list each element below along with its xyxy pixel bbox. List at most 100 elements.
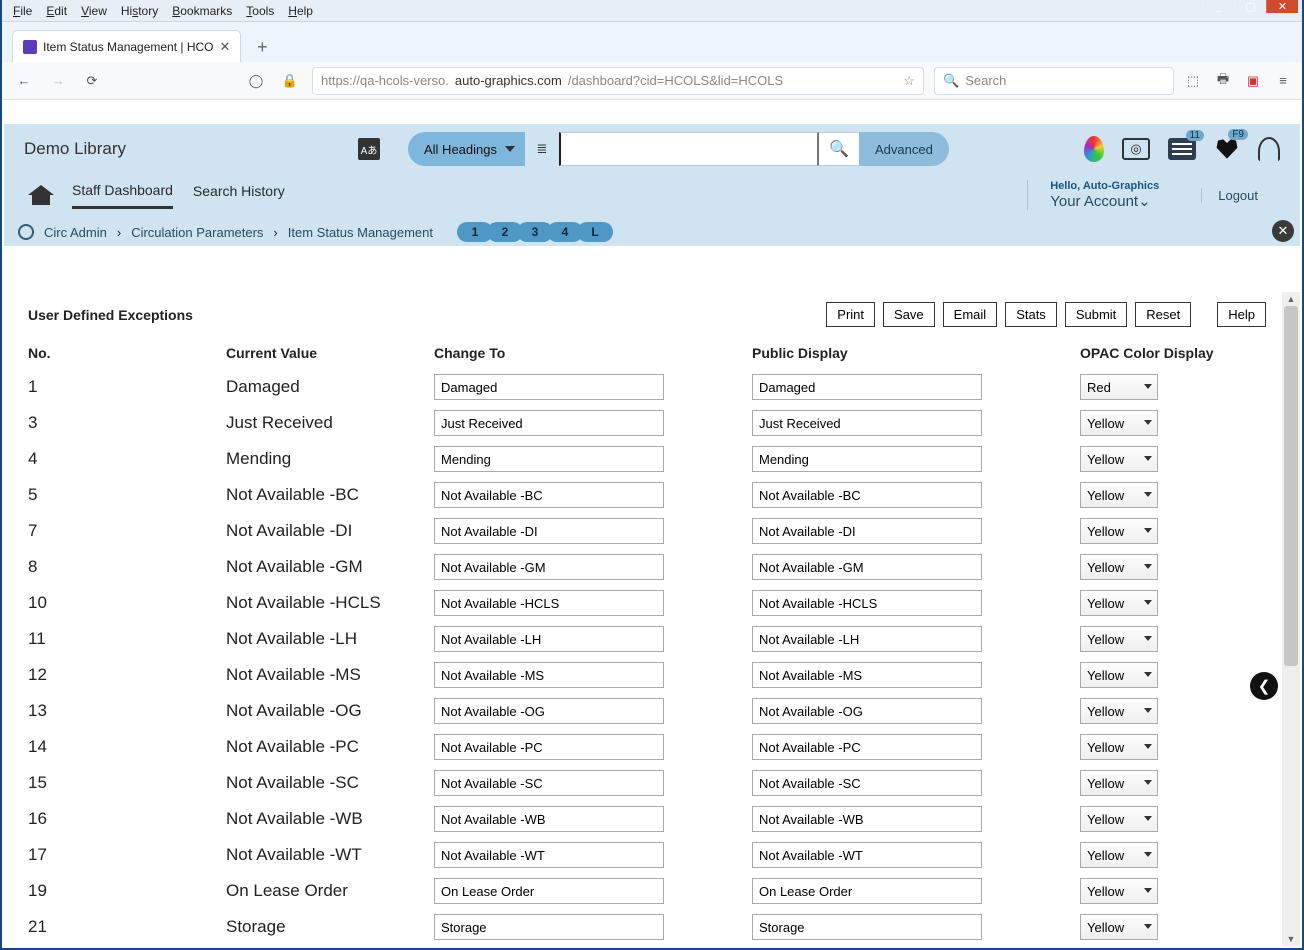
scroll-down-icon[interactable]: ▼ (1282, 932, 1300, 946)
opac-color-select[interactable]: Yellow (1080, 770, 1158, 796)
public-display-input[interactable] (752, 734, 982, 760)
email-button[interactable]: Email (943, 302, 998, 327)
home-icon[interactable] (30, 185, 52, 205)
submit-button[interactable]: Submit (1065, 302, 1127, 327)
gear-icon[interactable] (18, 224, 34, 240)
opac-color-select[interactable]: Yellow (1080, 806, 1158, 832)
public-display-input[interactable] (752, 842, 982, 868)
change-to-input[interactable] (434, 734, 664, 760)
menu-help[interactable]: Help (281, 2, 320, 20)
public-display-input[interactable] (752, 662, 982, 688)
account-box[interactable]: Hello, Auto-Graphics Your Account⌄ (1027, 180, 1181, 210)
nav-reload-button[interactable]: ⟳ (80, 69, 104, 93)
close-panel-icon[interactable]: ✕ (1272, 220, 1294, 242)
change-to-input[interactable] (434, 698, 664, 724)
crumb-item-status[interactable]: Item Status Management (288, 225, 433, 240)
change-to-input[interactable] (434, 770, 664, 796)
window-close[interactable]: ✕ (1266, 0, 1298, 13)
nav-back-button[interactable]: ← (12, 69, 36, 93)
public-display-input[interactable] (752, 482, 982, 508)
vertical-scrollbar[interactable]: ▲ ▼ (1282, 292, 1300, 946)
bookmark-star-icon[interactable]: ☆ (903, 73, 915, 89)
change-to-input[interactable] (434, 626, 664, 652)
favorites-icon[interactable] (1214, 137, 1240, 161)
public-display-input[interactable] (752, 770, 982, 796)
opac-color-select[interactable]: Yellow (1080, 446, 1158, 472)
public-display-input[interactable] (752, 518, 982, 544)
change-to-input[interactable] (434, 554, 664, 580)
public-display-input[interactable] (752, 626, 982, 652)
advanced-search-button[interactable]: Advanced (859, 132, 949, 166)
print-button[interactable]: Print (826, 302, 875, 327)
public-display-input[interactable] (752, 806, 982, 832)
public-display-input[interactable] (752, 698, 982, 724)
change-to-input[interactable] (434, 590, 664, 616)
change-to-input[interactable] (434, 662, 664, 688)
change-to-input[interactable] (434, 482, 664, 508)
pocket-icon[interactable]: ⬚ (1184, 72, 1202, 90)
change-to-input[interactable] (434, 518, 664, 544)
browser-tab[interactable]: Item Status Management | HCO ✕ (12, 30, 241, 62)
opac-color-select[interactable]: Red (1080, 374, 1158, 400)
change-to-input[interactable] (434, 914, 664, 940)
save-button[interactable]: Save (883, 302, 935, 327)
new-tab-button[interactable]: + (247, 32, 277, 62)
nav-forward-button[interactable]: → (46, 69, 70, 93)
change-to-input[interactable] (434, 446, 664, 472)
public-display-input[interactable] (752, 914, 982, 940)
opac-color-select[interactable]: Yellow (1080, 914, 1158, 940)
public-display-input[interactable] (752, 374, 982, 400)
nav-search-history[interactable]: Search History (193, 183, 285, 207)
search-scope-dropdown[interactable]: All Headings (408, 132, 525, 166)
public-display-input[interactable] (752, 410, 982, 436)
change-to-input[interactable] (434, 878, 664, 904)
tab-close-icon[interactable]: ✕ (220, 39, 231, 55)
change-to-input[interactable] (434, 842, 664, 868)
film-icon[interactable]: ◎ (1122, 138, 1150, 160)
shield-icon[interactable]: ◯ (244, 69, 268, 93)
logout-link[interactable]: Logout (1201, 188, 1274, 203)
public-display-input[interactable] (752, 878, 982, 904)
scroll-thumb[interactable] (1284, 306, 1298, 666)
change-to-input[interactable] (434, 806, 664, 832)
opac-color-select[interactable]: Yellow (1080, 518, 1158, 544)
public-display-input[interactable] (752, 554, 982, 580)
opac-color-select[interactable]: Yellow (1080, 482, 1158, 508)
public-display-input[interactable] (752, 590, 982, 616)
page-last[interactable]: L (577, 222, 613, 242)
database-icon[interactable]: ≣ (525, 132, 559, 166)
crumb-circ-admin[interactable]: Circ Admin (44, 225, 107, 240)
crumb-circ-params[interactable]: Circulation Parameters (131, 225, 263, 240)
change-to-input[interactable] (434, 410, 664, 436)
menu-bookmarks[interactable]: Bookmarks (165, 2, 239, 20)
catalog-search-input[interactable] (559, 132, 819, 166)
scroll-up-icon[interactable]: ▲ (1282, 292, 1300, 306)
opac-color-select[interactable]: Yellow (1080, 734, 1158, 760)
your-account-dropdown[interactable]: Your Account⌄ (1050, 192, 1159, 210)
nav-staff-dashboard[interactable]: Staff Dashboard (72, 182, 173, 209)
search-submit-button[interactable]: 🔍 (819, 132, 859, 166)
browser-search-input[interactable]: 🔍 Search (934, 67, 1174, 95)
url-input[interactable]: https://qa-hcols-verso.auto-graphics.com… (312, 67, 924, 95)
opac-color-select[interactable]: Yellow (1080, 878, 1158, 904)
public-display-input[interactable] (752, 446, 982, 472)
opac-color-select[interactable]: Yellow (1080, 662, 1158, 688)
opac-color-select[interactable]: Yellow (1080, 842, 1158, 868)
balloon-icon[interactable] (1084, 136, 1104, 162)
change-to-input[interactable] (434, 374, 664, 400)
reset-button[interactable]: Reset (1135, 302, 1191, 327)
opac-color-select[interactable]: Yellow (1080, 410, 1158, 436)
print-icon[interactable]: 🖶 (1214, 72, 1232, 90)
opac-color-select[interactable]: Yellow (1080, 590, 1158, 616)
menu-history[interactable]: History (114, 2, 165, 20)
help-button[interactable]: Help (1217, 302, 1266, 327)
opac-color-select[interactable]: Yellow (1080, 698, 1158, 724)
menu-view[interactable]: View (74, 2, 114, 20)
notifications-icon[interactable] (1258, 137, 1280, 161)
stats-button[interactable]: Stats (1005, 302, 1057, 327)
list-icon[interactable] (1168, 138, 1196, 160)
menu-tools[interactable]: Tools (239, 2, 281, 20)
opac-color-select[interactable]: Yellow (1080, 626, 1158, 652)
menu-file[interactable]: File (6, 2, 39, 20)
window-minimize[interactable]: _ (1202, 0, 1234, 13)
